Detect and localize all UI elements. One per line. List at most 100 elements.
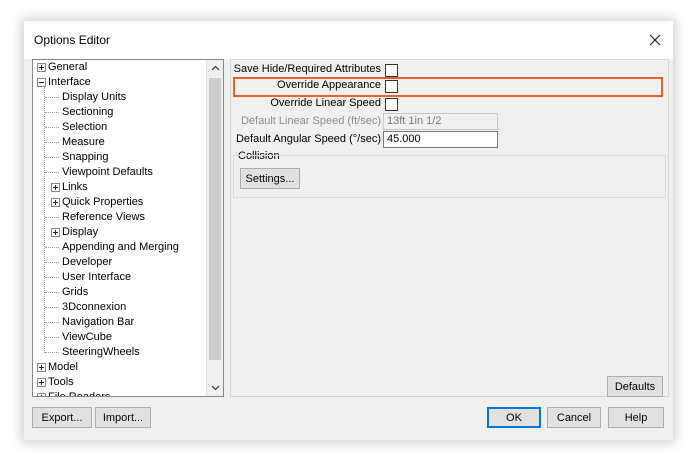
tree-item[interactable]: Display	[33, 225, 206, 240]
tree-branch-line	[45, 307, 59, 308]
tree-item-label: Grids	[62, 286, 89, 298]
expand-icon[interactable]	[37, 378, 46, 387]
tree-item[interactable]: SteeringWheels	[33, 345, 206, 360]
tree-item-label: User Interface	[62, 271, 132, 283]
tree-item-label: Model	[48, 361, 78, 373]
expand-icon[interactable]	[37, 393, 46, 396]
collision-settings-button[interactable]: Settings...	[240, 168, 300, 189]
tree-branch-line	[45, 127, 59, 128]
tree-item[interactable]: User Interface	[33, 270, 206, 285]
tree-branch-line	[45, 337, 59, 338]
tree-branch-line	[45, 292, 59, 293]
expand-icon[interactable]	[51, 228, 60, 237]
scroll-up-button[interactable]	[207, 60, 223, 76]
tree-item-label: Navigation Bar	[62, 316, 135, 328]
tree-branch-line	[45, 142, 59, 143]
close-button[interactable]	[645, 30, 665, 50]
tree-item-label: Reference Views	[62, 211, 145, 223]
tree-item-label: Selection	[62, 121, 108, 133]
tree-item[interactable]: Grids	[33, 285, 206, 300]
scroll-thumb[interactable]	[209, 78, 221, 360]
chevron-up-icon	[211, 65, 219, 71]
save-hide-checkbox[interactable]	[385, 64, 398, 77]
tree-item[interactable]: Links	[33, 180, 206, 195]
tree-item-label: Display Units	[62, 91, 127, 103]
save-hide-label: Save Hide/Required Attributes	[233, 63, 381, 75]
tree-item[interactable]: File Readers	[33, 390, 206, 396]
default-linear-speed-input[interactable]: 13ft 1in 1/2	[383, 113, 498, 130]
window-title: Options Editor	[34, 33, 111, 47]
tree-item-label: Sectioning	[62, 106, 114, 118]
tree-branch-line	[45, 277, 59, 278]
export-button[interactable]: Export...	[32, 407, 92, 428]
tree-item[interactable]: Appending and Merging	[33, 240, 206, 255]
defaults-button[interactable]: Defaults	[607, 376, 663, 397]
chevron-down-icon	[211, 385, 219, 391]
default-linear-speed-label: Default Linear Speed (ft/sec)	[240, 115, 381, 127]
tree-item[interactable]: General	[33, 60, 206, 75]
tree-item-label: Measure	[62, 136, 105, 148]
tree-branch-line	[45, 97, 59, 98]
tree-item[interactable]: Developer	[33, 255, 206, 270]
title-bar: Options Editor	[24, 21, 673, 59]
override-linear-speed-checkbox[interactable]	[385, 98, 398, 111]
tree-item[interactable]: Viewpoint Defaults	[33, 165, 206, 180]
tree-item-label: General	[48, 61, 88, 73]
tree-item-label: SteeringWheels	[62, 346, 140, 358]
cancel-button[interactable]: Cancel	[547, 407, 601, 428]
tree-item-label: Viewpoint Defaults	[62, 166, 153, 178]
tree-item-label: Snapping	[62, 151, 109, 163]
options-tree[interactable]: General Interface Display Units Sectioning S…	[32, 59, 224, 397]
expand-icon[interactable]	[51, 183, 60, 192]
collapse-icon[interactable]	[37, 78, 46, 87]
dialog-body: General Interface Display Units Sectioning S…	[24, 59, 673, 440]
import-button[interactable]: Import...	[95, 407, 151, 428]
default-angular-speed-label: Default Angular Speed (°/sec)	[235, 133, 381, 145]
override-appearance-label: Override Appearance	[277, 79, 381, 91]
tree-branch-line	[45, 112, 59, 113]
tree-content: General Interface Display Units Sectioning S…	[33, 60, 206, 396]
tree-branch-line	[45, 247, 59, 248]
tree-item-label: Links	[62, 181, 88, 193]
tree-scrollbar[interactable]	[206, 60, 223, 396]
scroll-down-button[interactable]	[207, 380, 223, 396]
tree-item-label: Interface	[48, 76, 91, 88]
tree-item[interactable]: Interface	[33, 75, 206, 90]
tree-item-label: Quick Properties	[62, 196, 144, 208]
options-editor-dialog: Options Editor General Interface Display U…	[24, 21, 673, 440]
default-angular-speed-input[interactable]: 45.000	[383, 131, 498, 148]
tree-item-label: ViewCube	[62, 331, 112, 343]
tree-item[interactable]: Navigation Bar	[33, 315, 206, 330]
tree-item[interactable]: Sectioning	[33, 105, 206, 120]
tree-item[interactable]: Measure	[33, 135, 206, 150]
expand-icon[interactable]	[51, 198, 60, 207]
viewpoint-defaults-panel: Save Hide/Required Attributes Override A…	[230, 59, 669, 397]
tree-item-label: Tools	[48, 376, 74, 388]
tree-branch-line	[45, 352, 59, 353]
tree-item[interactable]: ViewCube	[33, 330, 206, 345]
tree-branch-line	[45, 217, 59, 218]
tree-item-label: Developer	[62, 256, 113, 268]
override-appearance-checkbox[interactable]	[385, 80, 398, 93]
tree-item[interactable]: 3Dconnexion	[33, 300, 206, 315]
tree-item-label: 3Dconnexion	[62, 301, 127, 313]
tree-item[interactable]: Snapping	[33, 150, 206, 165]
tree-item-label: File Readers	[48, 390, 110, 396]
tree-branch-line	[45, 172, 59, 173]
tree-branch-line	[45, 322, 59, 323]
override-linear-speed-label: Override Linear Speed	[270, 97, 381, 109]
help-button[interactable]: Help	[608, 407, 664, 428]
expand-icon[interactable]	[37, 63, 46, 72]
tree-branch-line	[45, 262, 59, 263]
tree-item[interactable]: Display Units	[33, 90, 206, 105]
tree-item[interactable]: Reference Views	[33, 210, 206, 225]
tree-item[interactable]: Quick Properties	[33, 195, 206, 210]
tree-item[interactable]: Model	[33, 360, 206, 375]
expand-icon[interactable]	[37, 363, 46, 372]
tree-branch-line	[45, 157, 59, 158]
close-icon	[649, 34, 661, 46]
ok-button[interactable]: OK	[487, 407, 541, 428]
tree-item[interactable]: Selection	[33, 120, 206, 135]
tree-item[interactable]: Tools	[33, 375, 206, 390]
tree-item-label: Appending and Merging	[62, 241, 179, 253]
